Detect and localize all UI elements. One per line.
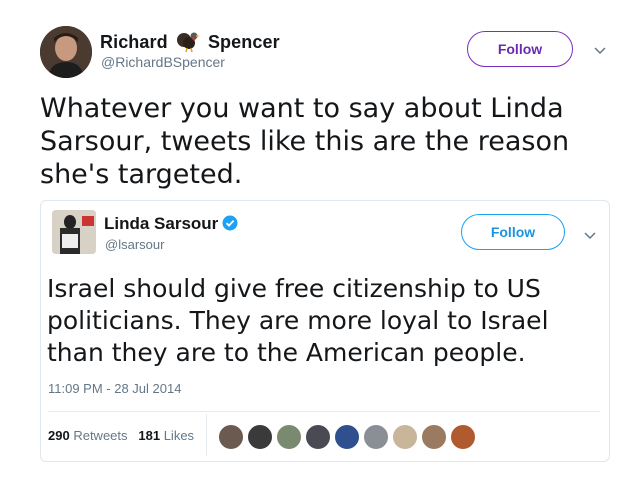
follow-button[interactable]: Follow: [467, 31, 573, 67]
liker-avatar[interactable]: [247, 424, 273, 450]
liker-avatar[interactable]: [305, 424, 331, 450]
quoted-chevron-down-icon[interactable]: [583, 228, 597, 246]
author-handle[interactable]: @RichardBSpencer: [101, 54, 225, 70]
liker-avatar[interactable]: [276, 424, 302, 450]
tweet-stats: 290 Retweets 181 Likes: [48, 428, 194, 443]
likes-count: 181: [138, 428, 161, 443]
author-name-first: Richard: [100, 32, 168, 52]
author-name-last: Spencer: [207, 32, 280, 52]
author-avatar[interactable]: [40, 26, 92, 78]
retweets-count: 290: [48, 428, 70, 443]
stats-divider: [48, 411, 600, 412]
author-name[interactable]: Richard Spencer: [100, 30, 280, 53]
likes-label: Likes: [163, 428, 195, 443]
stats-vertical-divider: [206, 414, 207, 456]
quoted-author-name-text: Linda Sarsour: [104, 214, 219, 233]
liker-avatar[interactable]: [363, 424, 389, 450]
liker-avatar[interactable]: [421, 424, 447, 450]
retweets-label: Retweets: [73, 428, 128, 443]
tweet-text: Whatever you want to say about Linda Sar…: [40, 93, 570, 190]
verified-badge-icon: [222, 215, 238, 231]
quoted-author-handle[interactable]: @lsarsour: [105, 237, 164, 252]
turkey-emoji-icon: [175, 30, 201, 53]
quoted-follow-button[interactable]: Follow: [461, 214, 565, 250]
chevron-down-icon[interactable]: [593, 43, 607, 61]
liker-avatar[interactable]: [334, 424, 360, 450]
likes-stat[interactable]: 181 Likes: [138, 428, 194, 443]
liker-avatar[interactable]: [450, 424, 476, 450]
liker-avatar[interactable]: [218, 424, 244, 450]
quoted-author-avatar[interactable]: [52, 210, 96, 254]
quoted-author-name[interactable]: Linda Sarsour: [104, 214, 238, 234]
quoted-tweet-text: Israel should give free citizenship to U…: [47, 274, 549, 367]
quoted-timestamp[interactable]: 11:09 PM - 28 Jul 2014: [48, 381, 181, 396]
retweets-stat[interactable]: 290 Retweets: [48, 428, 128, 443]
liker-avatar[interactable]: [392, 424, 418, 450]
